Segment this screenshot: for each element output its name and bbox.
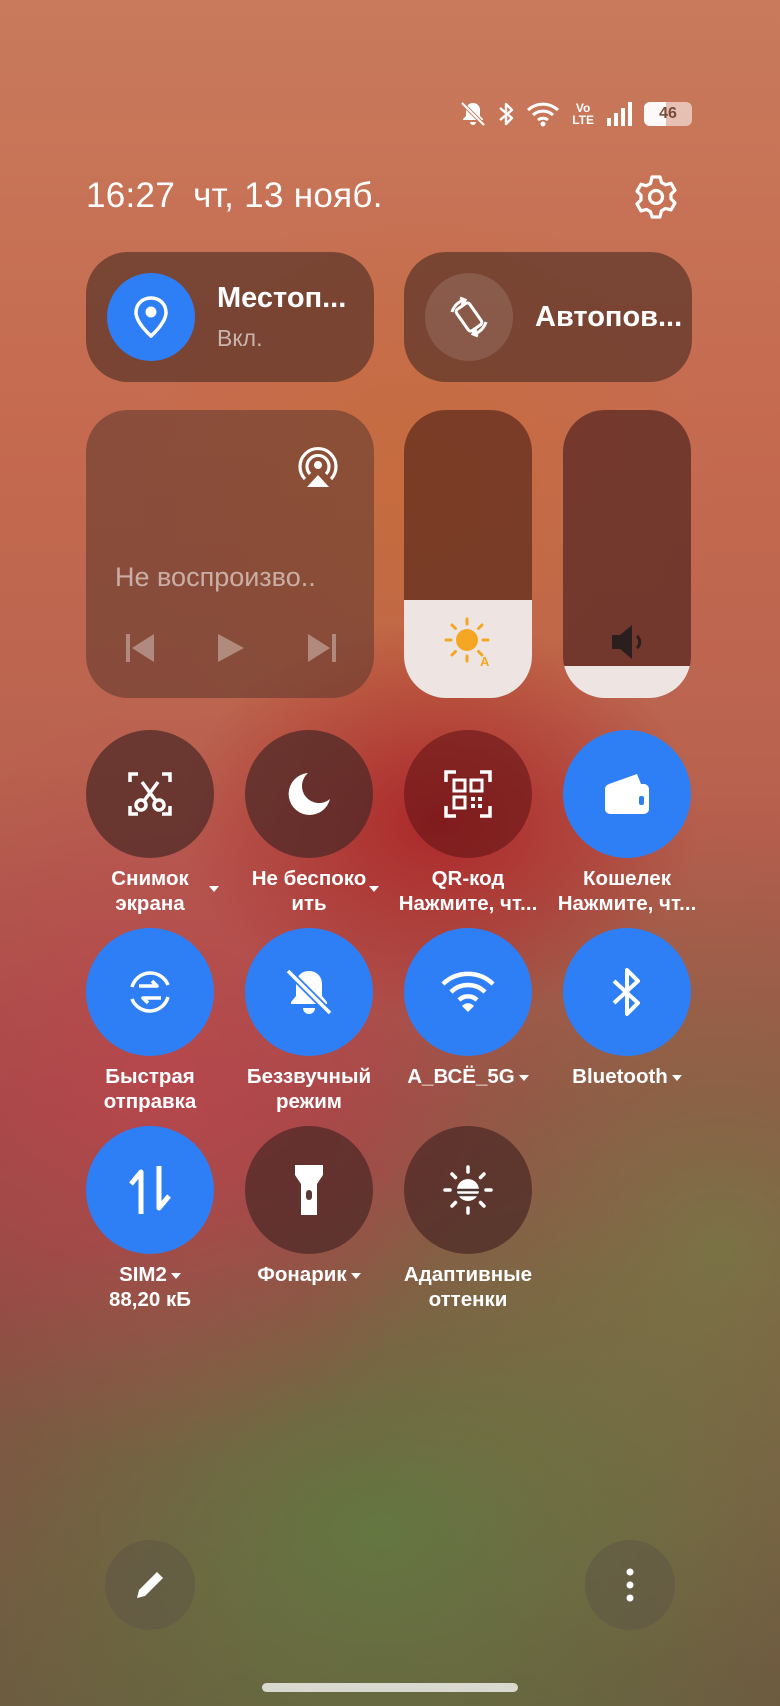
location-label: Местоп... (217, 282, 347, 314)
battery-icon: 46 (644, 102, 692, 126)
location-tile[interactable]: Местоп... Вкл. (86, 252, 374, 382)
autorotate-toggle[interactable] (425, 273, 513, 361)
play-icon[interactable] (216, 632, 246, 664)
date-time: 16:27 чт, 13 нояб. (86, 176, 383, 216)
location-toggle[interactable] (107, 273, 195, 361)
pencil-icon (137, 1572, 163, 1598)
qr-code-icon (444, 770, 492, 818)
auto-rotate-icon (450, 296, 488, 338)
sim-menu-caret[interactable] (170, 1272, 181, 1279)
bluetooth-label: Bluetooth (547, 1064, 707, 1089)
bluetooth-toggle[interactable] (563, 928, 691, 1056)
wallet-label: Кошелек Нажмите, чт... (557, 867, 697, 915)
dnd-label: Не беспоко ить (251, 867, 367, 915)
mobile-data-icon (129, 1166, 171, 1214)
previous-icon[interactable] (124, 632, 158, 664)
more-options-button[interactable] (585, 1540, 675, 1630)
date: чт, 13 нояб. (193, 176, 383, 215)
dnd-toggle[interactable] (245, 730, 373, 858)
adaptive-toggle[interactable] (404, 1126, 532, 1254)
bluetooth-menu-caret[interactable] (671, 1074, 682, 1081)
silent-toggle[interactable] (245, 928, 373, 1056)
moon-icon (288, 773, 330, 815)
screenshot-menu-caret[interactable] (209, 886, 219, 892)
autorotate-label: Автопов... (535, 300, 683, 333)
edit-button[interactable] (105, 1540, 195, 1630)
now-playing-text: Не воспроизво.. (115, 562, 316, 592)
cast-icon[interactable] (295, 443, 341, 489)
volume-level (563, 666, 691, 698)
quickshare-toggle[interactable] (86, 928, 214, 1056)
bluetooth-icon (499, 102, 514, 126)
screenshot-toggle[interactable] (86, 730, 214, 858)
wifi-icon (441, 971, 495, 1012)
autorotate-tile[interactable]: Автопов... (404, 252, 692, 382)
volume-slider[interactable] (563, 410, 691, 698)
wallet-toggle[interactable] (563, 730, 691, 858)
scissors-icon (128, 772, 172, 816)
adaptive-tone-icon (443, 1165, 493, 1215)
dnd-menu-caret[interactable] (369, 886, 379, 892)
sim-toggle[interactable] (86, 1126, 214, 1254)
media-card[interactable]: Не воспроизво.. (86, 410, 374, 698)
bell-off-icon (460, 101, 486, 127)
gear-icon[interactable] (632, 173, 680, 221)
screenshot-label: Снимок экрана (111, 867, 189, 915)
brightness-slider[interactable]: A (404, 410, 532, 698)
flashlight-label: Фонарик (229, 1262, 389, 1287)
signal-icon (607, 102, 632, 126)
qr-toggle[interactable] (404, 730, 532, 858)
qr-label: QR-код Нажмите, чт... (398, 867, 538, 915)
bluetooth-icon (612, 968, 640, 1016)
flashlight-menu-caret[interactable] (350, 1272, 361, 1279)
wifi-label: A_ВСЁ_5G (388, 1064, 548, 1089)
adaptive-label: Адаптивные оттенки (403, 1263, 533, 1311)
flashlight-toggle[interactable] (245, 1126, 373, 1254)
wifi-menu-caret[interactable] (518, 1074, 529, 1081)
location-pin-icon (134, 296, 168, 338)
wallet-icon (605, 774, 649, 814)
bell-off-icon (285, 968, 333, 1016)
home-indicator[interactable] (262, 1683, 518, 1692)
silent-label: Беззвучный режим (246, 1065, 372, 1113)
wifi-icon (527, 102, 560, 127)
quickshare-label: Быстрая отправка (103, 1065, 197, 1113)
clock: 16:27 (86, 176, 176, 215)
more-vertical-icon (626, 1568, 634, 1602)
status-bar: Vo LTE 46 (460, 100, 692, 128)
location-status: Вкл. (217, 325, 263, 351)
next-icon[interactable] (304, 632, 338, 664)
sim-label: SIM2 88,20 кБ (109, 1263, 191, 1311)
wifi-toggle[interactable] (404, 928, 532, 1056)
speaker-icon (612, 625, 642, 659)
flashlight-icon (295, 1165, 323, 1215)
volte-icon: Vo LTE (572, 101, 594, 127)
auto-brightness-icon: A (444, 617, 490, 668)
quick-share-icon (130, 971, 170, 1013)
svg-text:A: A (480, 654, 490, 668)
